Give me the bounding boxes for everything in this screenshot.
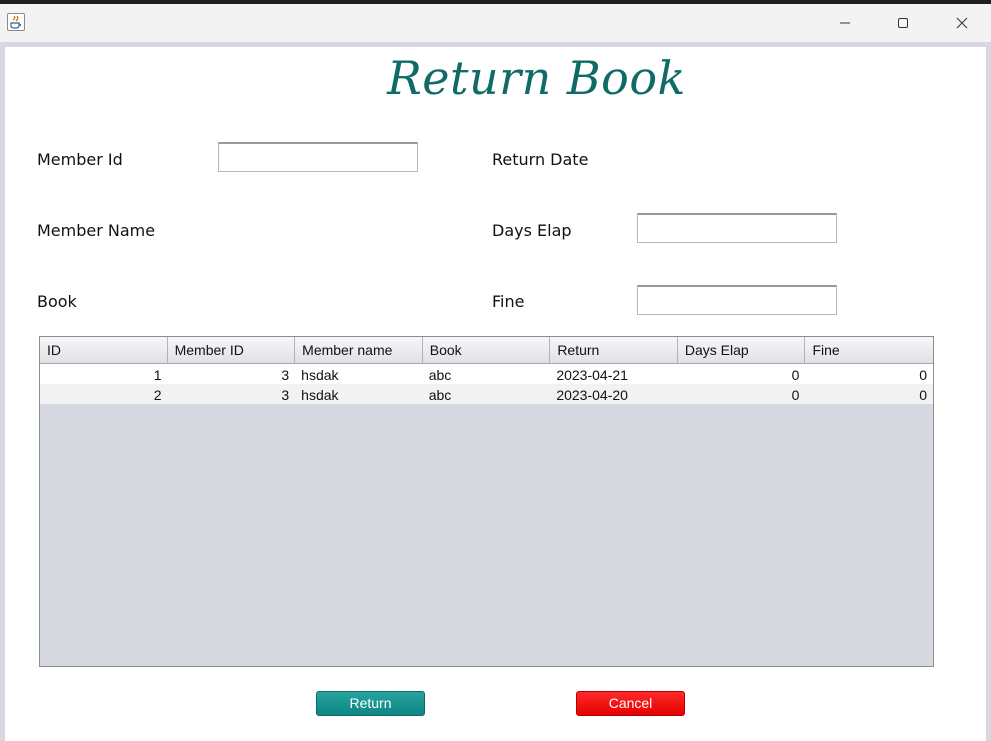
cell-book[interactable]: abc [423,364,551,384]
days-elap-label: Days Elap [492,221,572,240]
cell-return[interactable]: 2023-04-20 [550,384,678,404]
returns-table[interactable]: ID Member ID Member name Book Return Day… [39,336,934,667]
column-header-fine[interactable]: Fine [805,337,933,363]
cell-fine[interactable]: 0 [805,364,933,384]
column-header-member-name[interactable]: Member name [295,337,423,363]
cell-days-elap[interactable]: 0 [678,384,806,404]
return-button[interactable]: Return [316,691,425,716]
column-header-id[interactable]: ID [40,337,168,363]
content-panel: Return Book Member Id Member Name Book R… [5,47,986,741]
book-label: Book [37,292,77,311]
cell-member-id[interactable]: 3 [168,364,296,384]
cell-days-elap[interactable]: 0 [678,364,806,384]
table-header: ID Member ID Member name Book Return Day… [40,337,933,364]
close-window-button[interactable] [933,4,991,42]
return-date-label: Return Date [492,150,589,169]
member-name-label: Member Name [37,221,156,240]
member-id-label: Member Id [37,150,123,169]
minimize-button[interactable] [816,4,874,42]
days-elap-field[interactable] [637,213,837,243]
cell-return[interactable]: 2023-04-21 [550,364,678,384]
column-header-return[interactable]: Return [550,337,678,363]
member-id-field[interactable] [218,142,418,172]
maximize-icon [898,18,908,28]
cell-id[interactable]: 1 [40,364,168,384]
return-book-window: Return Book Member Id Member Name Book R… [0,4,991,741]
cell-member-name[interactable]: hsdak [295,384,423,404]
cell-id[interactable]: 2 [40,384,168,404]
cell-fine[interactable]: 0 [805,384,933,404]
table-row[interactable]: 1 3 hsdak abc 2023-04-21 0 0 [40,364,933,384]
close-icon [956,17,968,29]
fine-field[interactable] [637,285,837,315]
column-header-days-elap[interactable]: Days Elap [678,337,806,363]
maximize-button[interactable] [874,4,932,42]
java-icon[interactable] [7,13,25,31]
cell-book[interactable]: abc [423,384,551,404]
column-header-book[interactable]: Book [423,337,551,363]
minimize-icon [840,22,850,24]
cell-member-id[interactable]: 3 [168,384,296,404]
table-row[interactable]: 2 3 hsdak abc 2023-04-20 0 0 [40,384,933,404]
fine-label: Fine [492,292,525,311]
page-title: Return Book [387,51,686,105]
column-header-member-id[interactable]: Member ID [168,337,296,363]
cancel-button[interactable]: Cancel [576,691,685,716]
cell-member-name[interactable]: hsdak [295,364,423,384]
title-bar[interactable] [0,4,991,42]
